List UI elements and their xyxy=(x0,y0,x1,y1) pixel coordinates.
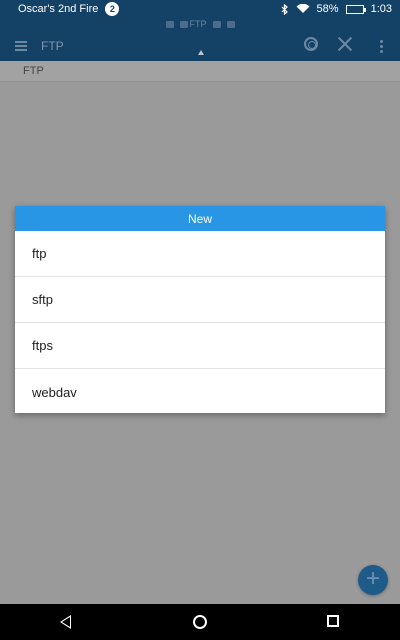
breadcrumb[interactable]: FTP xyxy=(0,61,400,82)
wifi-icon xyxy=(296,4,310,13)
target-icon[interactable] xyxy=(304,37,318,51)
new-connection-dialog: New ftp sftp ftps webdav xyxy=(15,206,385,413)
hamburger-icon[interactable] xyxy=(15,41,27,51)
nav-bar xyxy=(0,604,400,640)
bluetooth-icon xyxy=(281,3,288,15)
app-title: FTP xyxy=(41,39,64,53)
nav-recents-icon[interactable] xyxy=(327,615,339,627)
more-icon[interactable] xyxy=(380,40,383,53)
dialog-item-ftps[interactable]: ftps xyxy=(15,323,385,369)
battery-charging-icon xyxy=(345,4,366,14)
app-bar: FTP FTP xyxy=(0,18,400,61)
dialog-item-webdav[interactable]: webdav xyxy=(15,369,385,415)
nav-home-icon[interactable] xyxy=(193,615,207,629)
dialog-item-sftp[interactable]: sftp xyxy=(15,277,385,323)
status-bar: Oscar's 2nd Fire 2 58% 1:03 xyxy=(0,0,400,18)
nav-back-icon[interactable] xyxy=(60,615,71,629)
chat-tab-icon[interactable] xyxy=(212,20,221,28)
tab-ftp[interactable]: FTP xyxy=(179,19,207,29)
status-icons: 58% 1:03 xyxy=(281,3,392,15)
clock: 1:03 xyxy=(370,3,392,15)
dialog-title: New xyxy=(15,206,385,231)
tab-strip: FTP xyxy=(0,19,400,29)
window-tab-icon[interactable] xyxy=(226,20,235,28)
notification-badge: 2 xyxy=(105,2,120,16)
add-fab-button[interactable]: + xyxy=(358,565,388,595)
active-tab-caret xyxy=(198,50,204,55)
tab-ftp-label: FTP xyxy=(189,19,207,29)
battery-percent: 58% xyxy=(316,3,339,15)
dialog-item-ftp[interactable]: ftp xyxy=(15,231,385,277)
device-name: Oscar's 2nd Fire xyxy=(18,3,99,15)
folder-tab-icon xyxy=(179,20,188,28)
home-tab-icon[interactable] xyxy=(165,20,174,28)
close-icon[interactable] xyxy=(336,35,354,53)
